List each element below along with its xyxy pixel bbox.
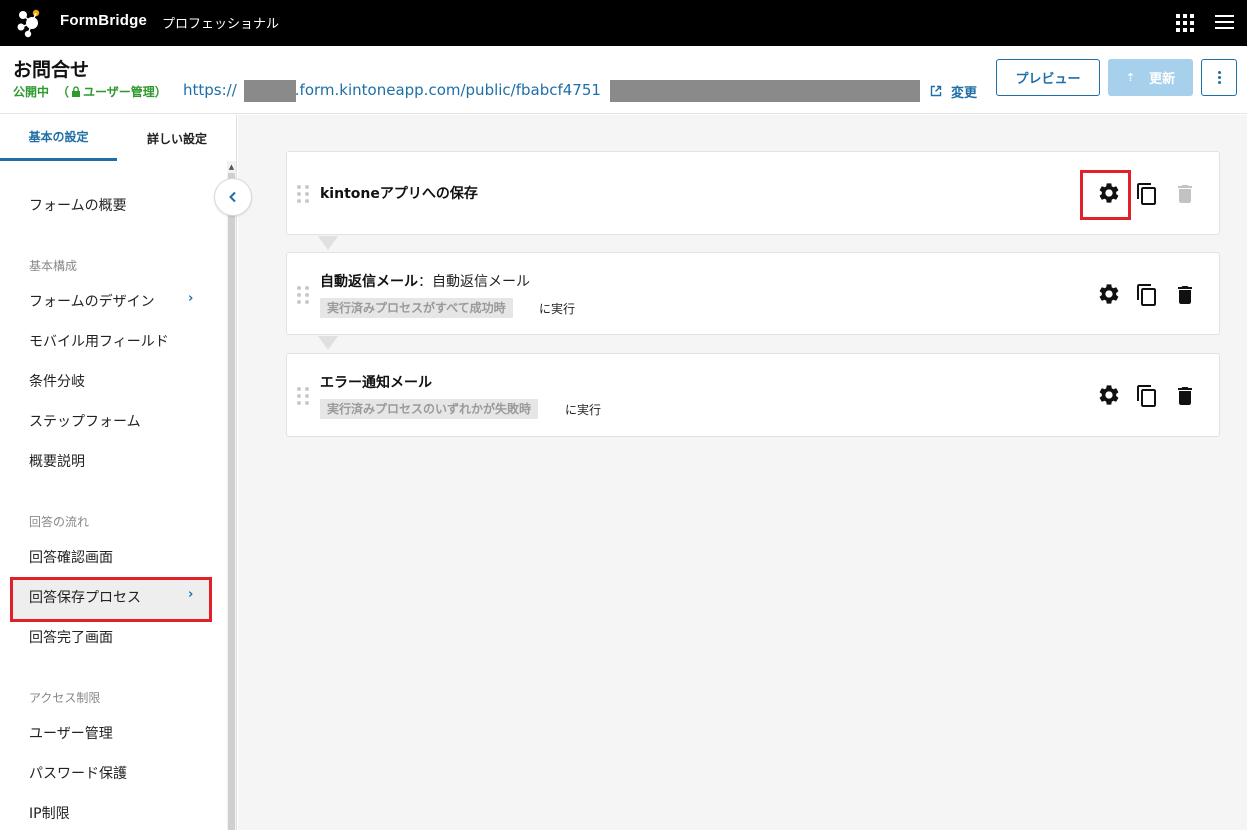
- formbridge-logo-icon[interactable]: [14, 7, 46, 39]
- process-card-auto-reply[interactable]: 自動返信メール：自動返信メール 実行済みプロセスがすべて成功時 に実行: [286, 252, 1220, 335]
- sidebar-tabs: 基本の設定 詳しい設定: [0, 115, 237, 161]
- lock-icon: [72, 86, 81, 97]
- more-options-button[interactable]: [1201, 59, 1237, 96]
- upload-icon: ⇡: [1125, 71, 1136, 84]
- copy-icon[interactable]: [1135, 283, 1159, 307]
- flow-connector-arrow: [318, 336, 338, 350]
- condition-suffix: に実行: [539, 302, 576, 316]
- access-type-label: ユーザー管理）: [83, 85, 167, 99]
- sidebar-item-complete-screen[interactable]: 回答完了画面: [29, 627, 113, 647]
- condition-badge: 実行済みプロセスのいずれかが失敗時: [320, 399, 539, 419]
- copy-icon[interactable]: [1135, 182, 1159, 206]
- update-button[interactable]: ⇡ 更新: [1108, 59, 1193, 96]
- process-title-sub: ：自動返信メール: [418, 274, 530, 290]
- access-open-paren: （: [57, 85, 70, 99]
- main-content: kintoneアプリへの保存 自動返信メール：自動返信メール 実行済みプロセスが…: [238, 115, 1247, 830]
- drag-handle-icon[interactable]: [297, 286, 309, 304]
- sidebar: 基本の設定 詳しい設定 ▲ フォームの概要 基本構成 フォームのデザイン › モ…: [0, 115, 237, 830]
- tab-detailed-settings[interactable]: 詳しい設定: [117, 115, 237, 161]
- sidebar-item-conditional[interactable]: 条件分岐: [29, 371, 85, 391]
- section-heading-basic: 基本構成: [29, 259, 78, 273]
- collapse-sidebar-button[interactable]: [214, 178, 252, 216]
- sidebar-item-confirm-screen[interactable]: 回答確認画面: [29, 547, 113, 567]
- sidebar-item-password[interactable]: パスワード保護: [29, 763, 127, 783]
- update-button-label: 更新: [1149, 72, 1176, 87]
- condition-badge: 実行済みプロセスがすべて成功時: [320, 298, 513, 318]
- url-prefix: https://: [183, 81, 237, 99]
- flow-connector-arrow: [318, 236, 338, 250]
- redacted-area: [610, 80, 920, 102]
- change-url-link[interactable]: 変更: [951, 82, 977, 101]
- process-title: エラー通知メール: [320, 375, 432, 391]
- process-title-main: 自動返信メール: [320, 274, 418, 290]
- form-header: お問合せ 公開中 （ ユーザー管理） https:// .form.kintone…: [0, 46, 1247, 114]
- condition-suffix: に実行: [565, 403, 602, 417]
- publish-status: 公開中 （ ユーザー管理）: [13, 83, 167, 100]
- process-title: 自動返信メール：自動返信メール: [320, 271, 530, 291]
- sidebar-item-mobile-fields[interactable]: モバイル用フィールド: [29, 331, 169, 351]
- top-bar: FormBridge プロフェッショナル: [0, 0, 1247, 46]
- section-heading-access: アクセス制限: [29, 691, 101, 705]
- trash-icon-disabled: [1178, 185, 1192, 203]
- sidebar-item-step-form[interactable]: ステップフォーム: [29, 411, 141, 431]
- sidebar-scrollbar-thumb[interactable]: [228, 173, 235, 830]
- gear-icon[interactable]: [1097, 282, 1121, 306]
- highlight-box: [1080, 170, 1131, 220]
- scroll-up-arrow-icon[interactable]: ▲: [227, 163, 236, 171]
- drag-handle-icon[interactable]: [297, 387, 309, 405]
- drag-handle-icon[interactable]: [297, 185, 309, 203]
- chevron-left-icon: [229, 191, 236, 203]
- external-link-icon[interactable]: [930, 85, 942, 97]
- process-card-error-notice[interactable]: エラー通知メール 実行済みプロセスのいずれかが失敗時 に実行: [286, 353, 1220, 437]
- redacted-area: [244, 80, 296, 102]
- sidebar-item-description[interactable]: 概要説明: [29, 451, 85, 471]
- section-heading-flow: 回答の流れ: [29, 515, 90, 529]
- process-title: kintoneアプリへの保存: [320, 186, 478, 202]
- url-domain-path: .form.kintoneapp.com/public/fbabcf4751: [294, 81, 601, 99]
- sidebar-item-design[interactable]: フォームのデザイン: [29, 291, 155, 311]
- highlight-box: [10, 577, 212, 622]
- trash-icon[interactable]: [1173, 283, 1197, 307]
- process-card-kintone-save[interactable]: kintoneアプリへの保存: [286, 151, 1220, 235]
- sidebar-item-user-management[interactable]: ユーザー管理: [29, 723, 113, 743]
- status-badge: 公開中: [13, 85, 50, 99]
- copy-icon[interactable]: [1135, 384, 1159, 408]
- preview-button[interactable]: プレビュー: [996, 59, 1100, 96]
- grid-apps-icon[interactable]: [1176, 14, 1194, 32]
- edition-label: プロフェッショナル: [162, 17, 280, 32]
- hamburger-menu-icon[interactable]: [1215, 15, 1234, 31]
- tab-basic-settings[interactable]: 基本の設定: [0, 115, 117, 161]
- chevron-right-icon: ›: [188, 291, 194, 306]
- trash-icon[interactable]: [1173, 384, 1197, 408]
- brand-name: FormBridge: [60, 12, 148, 29]
- gear-icon[interactable]: [1097, 383, 1121, 407]
- sidebar-item-overview[interactable]: フォームの概要: [29, 195, 127, 215]
- page-title: お問合せ: [13, 59, 90, 81]
- sidebar-item-ip-restriction[interactable]: IP制限: [29, 803, 70, 823]
